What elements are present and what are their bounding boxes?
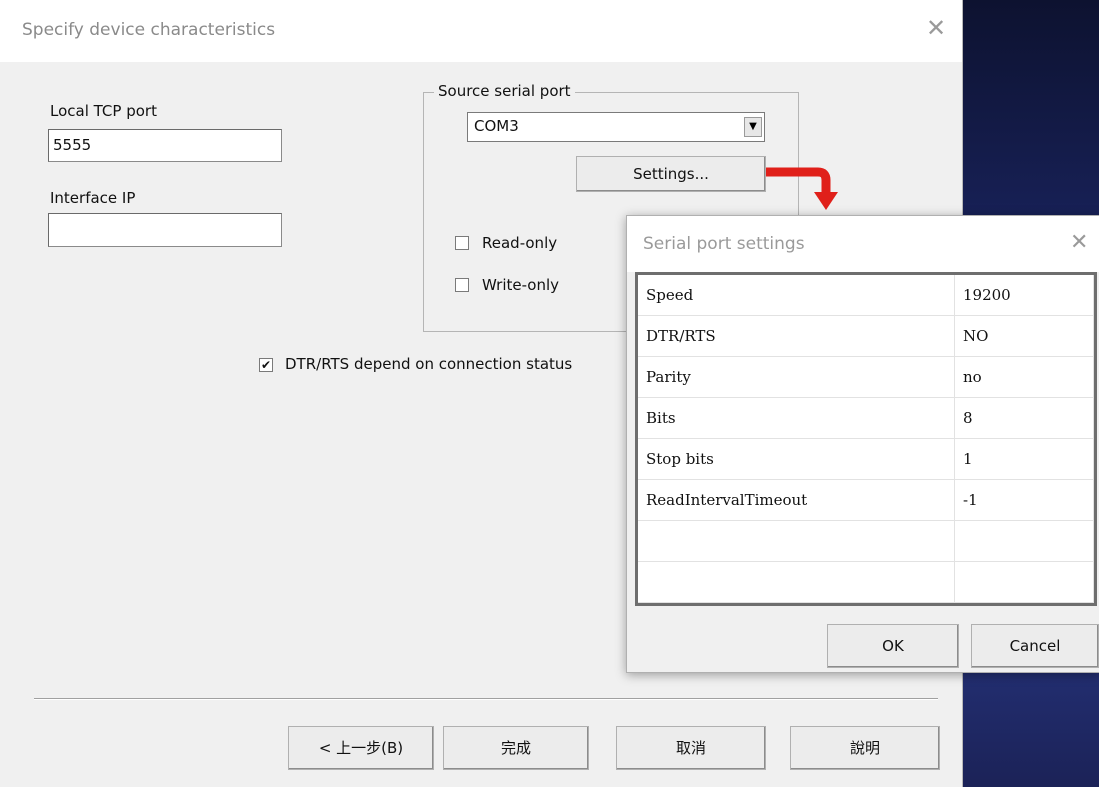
- setting-value-cell[interactable]: NO: [954, 315, 1094, 357]
- setting-name-cell: Parity: [638, 356, 955, 398]
- interface-ip-input[interactable]: [48, 213, 282, 247]
- setting-value-cell[interactable]: [954, 561, 1094, 603]
- setting-name-cell: Bits: [638, 397, 955, 439]
- table-row[interactable]: Stop bits 1: [638, 438, 1094, 480]
- setting-value-cell[interactable]: 1: [954, 438, 1094, 480]
- settings-grid: Speed 19200 DTR/RTS NO Parity no Bits 8 Stop bit…: [635, 272, 1097, 606]
- ok-button[interactable]: OK: [827, 624, 959, 668]
- serial-port-select[interactable]: COM3 ▼: [467, 112, 765, 142]
- dialog-title: Specify device characteristics: [22, 20, 276, 40]
- setting-value-cell[interactable]: [954, 520, 1094, 562]
- serial-dialog-title-bar: Serial port settings ✕: [627, 216, 1099, 272]
- setting-name-cell: Stop bits: [638, 438, 955, 480]
- setting-name-cell: [638, 520, 955, 562]
- setting-value-cell[interactable]: -1: [954, 479, 1094, 521]
- table-row[interactable]: Bits 8: [638, 397, 1094, 439]
- close-icon[interactable]: ✕: [926, 14, 946, 42]
- local-tcp-port-input[interactable]: 5555: [48, 129, 282, 162]
- cancel-button[interactable]: 取消: [616, 726, 766, 770]
- table-row[interactable]: Speed 19200: [638, 275, 1094, 316]
- setting-name-cell: [638, 561, 955, 603]
- interface-ip-label: Interface IP: [50, 189, 136, 207]
- serial-cancel-button[interactable]: Cancel: [971, 624, 1099, 668]
- write-only-checkbox[interactable]: [455, 278, 469, 292]
- dtr-rts-checkbox[interactable]: ✔: [259, 358, 273, 372]
- table-row[interactable]: Parity no: [638, 356, 1094, 398]
- separator: [34, 698, 938, 700]
- close-icon[interactable]: ✕: [1070, 230, 1088, 255]
- read-only-label: Read-only: [482, 234, 558, 252]
- help-button[interactable]: 說明: [790, 726, 940, 770]
- dtr-rts-label: DTR/RTS depend on connection status: [285, 355, 573, 373]
- chevron-down-icon[interactable]: ▼: [744, 117, 762, 137]
- setting-name-cell: Speed: [638, 275, 955, 316]
- table-row[interactable]: ReadIntervalTimeout -1: [638, 479, 1094, 521]
- serial-port-settings-dialog: Serial port settings ✕ Speed 19200 DTR/RTS…: [626, 215, 1099, 673]
- write-only-label: Write-only: [482, 276, 560, 294]
- local-tcp-port-label: Local TCP port: [50, 102, 157, 120]
- settings-button[interactable]: Settings...: [576, 156, 766, 192]
- setting-name-cell: ReadIntervalTimeout: [638, 479, 955, 521]
- finish-button[interactable]: 完成: [443, 726, 589, 770]
- table-row[interactable]: [638, 520, 1094, 562]
- setting-name-cell: DTR/RTS: [638, 315, 955, 357]
- setting-value-cell[interactable]: no: [954, 356, 1094, 398]
- read-only-checkbox[interactable]: [455, 236, 469, 250]
- serial-port-value: COM3: [474, 117, 519, 135]
- title-bar: Specify device characteristics ✕: [0, 0, 962, 62]
- red-arrow-icon: [766, 167, 838, 210]
- setting-value-cell[interactable]: 19200: [954, 275, 1094, 316]
- table-row[interactable]: [638, 561, 1094, 603]
- serial-dialog-title: Serial port settings: [643, 234, 805, 254]
- setting-value-cell[interactable]: 8: [954, 397, 1094, 439]
- source-serial-port-label: Source serial port: [434, 82, 575, 100]
- table-row[interactable]: DTR/RTS NO: [638, 315, 1094, 357]
- back-button[interactable]: < 上一步(B): [288, 726, 434, 770]
